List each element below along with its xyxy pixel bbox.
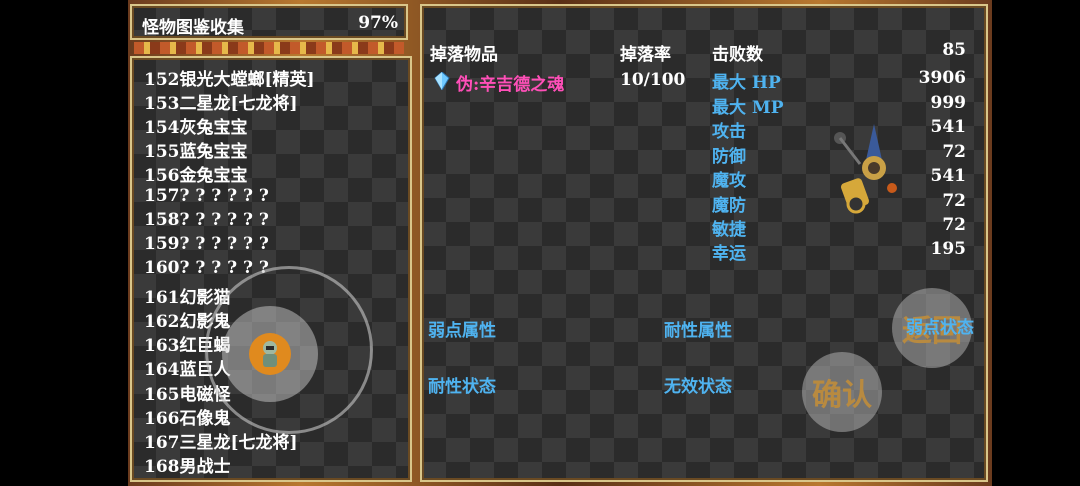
stat-value-agility: 72	[942, 215, 966, 235]
weak-attribute-label: 弱点属性	[428, 321, 496, 341]
list-item[interactable]: 153二星龙[七龙将]	[144, 89, 298, 114]
title-panel: 怪物图鉴收集 97%	[130, 4, 408, 40]
collection-percent: 97%	[358, 13, 398, 33]
list-item[interactable]: 161幻影猫	[144, 283, 231, 308]
list-item[interactable]: 155蓝兔宝宝	[144, 137, 248, 162]
list-item[interactable]: 159? ? ? ? ? ?	[144, 234, 269, 256]
stat-label-magic-defense: 魔防	[712, 196, 746, 216]
list-item[interactable]: 152银光大螳螂[精英]	[144, 65, 315, 90]
crystal-icon	[434, 72, 450, 90]
stat-value-magic-defense: 72	[942, 191, 966, 211]
decorative-strip	[134, 42, 404, 54]
character-icon	[263, 341, 277, 367]
immune-status-label: 无效状态	[664, 377, 732, 397]
stat-label-mp: 最大 MP	[712, 98, 784, 118]
detail-panel: 掉落物品 掉落率 击败数 85 伪:辛吉德之魂 10/100 最大 HP 390…	[420, 4, 988, 482]
drop-header: 掉落物品	[430, 45, 498, 65]
stat-label-hp: 最大 HP	[712, 73, 781, 93]
stat-label-defense: 防御	[712, 147, 746, 167]
monster-sprite	[834, 124, 897, 214]
resist-status-label: 耐性状态	[428, 377, 496, 397]
stat-label-luck: 幸运	[712, 244, 746, 264]
page-title: 怪物图鉴收集	[142, 18, 244, 38]
list-item[interactable]: 168男战士	[144, 452, 231, 477]
confirm-button[interactable]: 确认	[802, 352, 882, 432]
resist-attribute-label: 耐性属性	[664, 321, 732, 341]
defeat-value: 85	[942, 40, 966, 60]
list-item[interactable]: 166石像鬼	[144, 404, 231, 429]
joystick-center[interactable]	[249, 333, 291, 375]
stat-value-hp: 3906	[918, 68, 966, 88]
list-item[interactable]: 157? ? ? ? ? ?	[144, 186, 269, 208]
stat-label-agility: 敏捷	[712, 220, 746, 240]
stat-value-defense: 72	[942, 142, 966, 162]
confirm-button-label: 确认	[812, 378, 872, 413]
stat-value-mp: 999	[930, 93, 967, 113]
stat-value-attack: 541	[930, 117, 967, 137]
drop-item-name: 伪:辛吉德之魂	[456, 75, 565, 95]
list-item[interactable]: 158? ? ? ? ? ?	[144, 210, 269, 232]
weak-status-label: 弱点状态	[906, 318, 974, 338]
stat-label-attack: 攻击	[712, 122, 746, 142]
stat-value-magic-attack: 541	[930, 166, 967, 186]
list-item[interactable]: 156金兔宝宝	[144, 161, 248, 186]
defeat-label: 击败数	[712, 45, 763, 65]
rate-header: 掉落率	[620, 45, 671, 65]
list-item[interactable]: 154灰兔宝宝	[144, 113, 248, 138]
stat-value-luck: 195	[930, 239, 967, 259]
drop-rate-value: 10/100	[620, 70, 686, 90]
stat-label-magic-attack: 魔攻	[712, 171, 746, 191]
